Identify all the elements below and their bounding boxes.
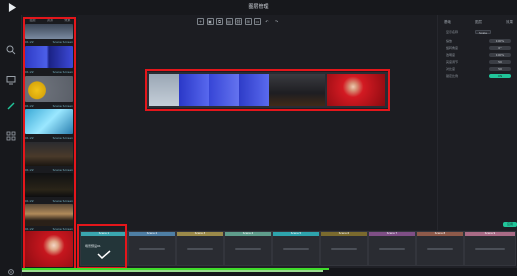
redo-icon[interactable]: ↷	[273, 18, 280, 25]
link-icon[interactable]: ⛓	[235, 18, 242, 25]
scene-card[interactable]: Scene 7	[368, 231, 416, 266]
panel-tabs: 基础 图层 效果	[444, 20, 513, 25]
canvas-toolbar: + ▣ ⧉ ▤ ⛓ ⊞ ▭ ↶ ↷	[197, 18, 280, 26]
scene-card[interactable]: Scene 9	[464, 231, 516, 266]
scene-card[interactable]: Scene 5	[272, 231, 320, 266]
property-row: 缩放 100%	[446, 39, 511, 44]
app-window: 图层管理 图层 资源 效果 01:22 Scene Screen 01:22 Sce…	[0, 0, 517, 276]
title-bar: 图层管理	[0, 0, 517, 15]
monitor-icon[interactable]	[6, 75, 16, 85]
scene-card[interactable]: Scene 8	[416, 231, 464, 266]
property-row: 锁定比例 ON	[446, 74, 511, 79]
highlight-box-scene	[77, 224, 127, 269]
grid-icon[interactable]: ⊞	[244, 18, 252, 25]
property-row: 旋转角度 0°	[446, 46, 511, 51]
status-bar	[22, 268, 517, 276]
copy-icon[interactable]: ⧉	[216, 18, 223, 25]
scene-card[interactable]: Scene 4	[224, 231, 272, 266]
properties-panel: 基础 图层 效果 显示名称 Scale 缩放 100% 旋转角度 0° 透明度 …	[437, 15, 517, 230]
window-title: 图层管理	[248, 4, 269, 10]
paste-icon[interactable]: ▤	[225, 18, 233, 25]
panel-tab[interactable]: 基础	[444, 20, 451, 25]
search-icon[interactable]	[6, 45, 16, 55]
highlight-box-canvas	[145, 69, 390, 111]
panel-tab[interactable]: 图层	[475, 20, 482, 25]
left-rail	[0, 15, 22, 276]
scene-card[interactable]: Scene 2	[128, 231, 176, 266]
play-icon[interactable]	[8, 2, 17, 13]
cut-icon[interactable]: ▣	[206, 18, 214, 25]
undo-icon[interactable]: ↶	[264, 18, 271, 25]
toggle-switch[interactable]: ON	[489, 74, 511, 78]
page-icon[interactable]: ▭	[254, 18, 261, 25]
scene-card[interactable]: Scene 6	[320, 231, 368, 266]
apply-button[interactable]: 应用	[503, 222, 517, 227]
highlight-box-thumbnails	[23, 17, 76, 274]
gear-icon[interactable]	[6, 268, 16, 276]
property-row: 显示名称 Scale	[446, 30, 511, 35]
scene-bar: Scene 1 场景预设01 Scene 2 Scene 3 Scene 4 S…	[78, 230, 517, 268]
scene-card[interactable]: Scene 3	[176, 231, 224, 266]
grid-icon[interactable]	[6, 131, 16, 141]
progress-bar-secondary	[22, 270, 323, 272]
property-row: 对比度 50	[446, 67, 511, 72]
add-icon[interactable]: +	[197, 18, 204, 25]
panel-tab[interactable]: 效果	[506, 20, 513, 25]
property-row: 透明度 100%	[446, 53, 511, 58]
brush-icon[interactable]	[6, 101, 16, 111]
property-row: 亮度调节 50	[446, 60, 511, 65]
